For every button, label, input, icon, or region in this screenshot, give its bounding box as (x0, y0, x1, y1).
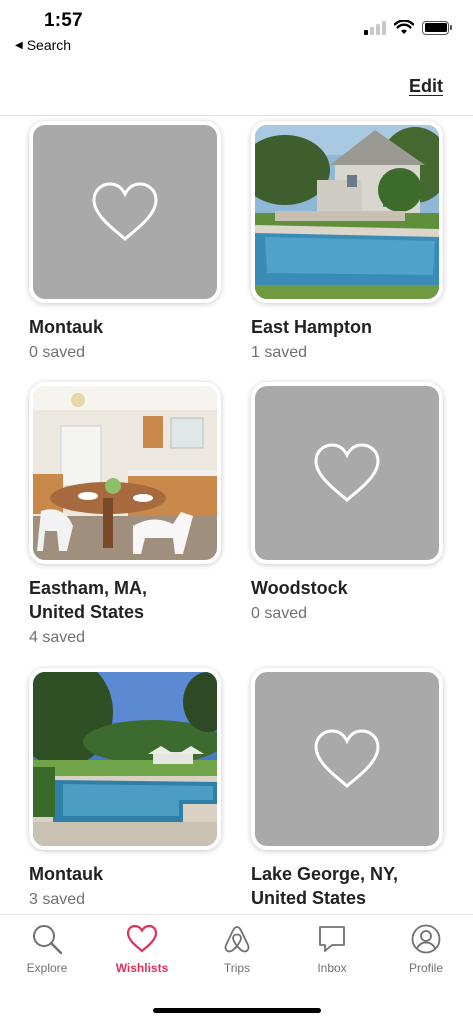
pool-garden-photo (33, 672, 217, 846)
heart-icon (314, 443, 380, 503)
wishlist-title: Woodstock (251, 578, 348, 598)
heart-icon (314, 729, 380, 789)
wishlist-card[interactable]: Montauk 3 saved (29, 668, 221, 910)
wishlist-count: 4 saved (29, 629, 86, 646)
wishlist-grid: Montauk 0 saved East Hampton 1 saved Eas… (0, 117, 473, 914)
status-bar: 1:57 ◀ Search (0, 0, 473, 58)
cellular-signal-icon (364, 20, 386, 35)
wishlist-count: 1 saved (251, 344, 308, 361)
tab-profile[interactable]: Profile (379, 923, 473, 975)
tab-label: Trips (223, 961, 251, 975)
wishlist-thumbnail[interactable] (29, 121, 221, 303)
wishlist-card[interactable]: Eastham, MA, United States 4 saved (29, 382, 221, 648)
wishlist-title: Montauk (29, 317, 103, 337)
tab-label: Wishlists (115, 961, 169, 975)
profile-icon (411, 924, 441, 954)
wishlist-title: Montauk (29, 864, 103, 884)
wifi-icon (394, 20, 414, 34)
tab-inbox[interactable]: Inbox (285, 923, 379, 975)
wishlist-title: Lake George, NY, United States (251, 864, 399, 908)
back-arrow-icon: ◀ (15, 39, 23, 51)
wishlist-thumbnail[interactable] (251, 121, 443, 303)
back-link-label: Search (26, 37, 72, 53)
wishlist-card[interactable]: Montauk 0 saved (29, 121, 221, 363)
wishlist-card[interactable]: East Hampton 1 saved (251, 121, 443, 363)
edit-button[interactable]: Edit (409, 76, 443, 97)
status-icons (364, 20, 452, 35)
wishlist-card[interactable]: Woodstock 0 saved (251, 382, 443, 624)
wishlist-title: East Hampton (251, 317, 373, 337)
wishlist-thumbnail[interactable] (251, 668, 443, 850)
wishlist-thumbnail[interactable] (29, 382, 221, 564)
kitchen-photo (33, 386, 217, 560)
home-indicator[interactable] (153, 1008, 321, 1013)
heart-icon (92, 182, 158, 242)
pool-house-photo (255, 125, 439, 299)
message-icon (319, 926, 345, 952)
battery-icon (422, 20, 452, 35)
tab-trips[interactable]: Trips (190, 923, 284, 975)
wishlist-count: 3 saved (29, 891, 86, 908)
search-icon (33, 925, 63, 955)
airbnb-logo-icon (224, 926, 250, 953)
clock: 1:57 (44, 10, 83, 31)
wishlist-count: 0 saved (29, 344, 86, 361)
back-to-search-link[interactable]: ◀ Search (15, 37, 71, 53)
header: Edit (0, 58, 473, 116)
wishlist-card[interactable]: Lake George, NY, United States (251, 668, 443, 914)
wishlist-thumbnail[interactable] (251, 382, 443, 564)
tab-label: Profile (408, 961, 443, 975)
wishlist-title: Eastham, MA, United States (29, 578, 148, 622)
tab-label: Explore (26, 961, 68, 975)
tab-label: Inbox (317, 961, 347, 975)
tab-wishlists[interactable]: Wishlists (95, 923, 189, 975)
wishlist-thumbnail[interactable] (29, 668, 221, 850)
wishlist-count: 0 saved (251, 605, 308, 622)
heart-icon (126, 924, 158, 953)
tab-explore[interactable]: Explore (0, 923, 94, 975)
